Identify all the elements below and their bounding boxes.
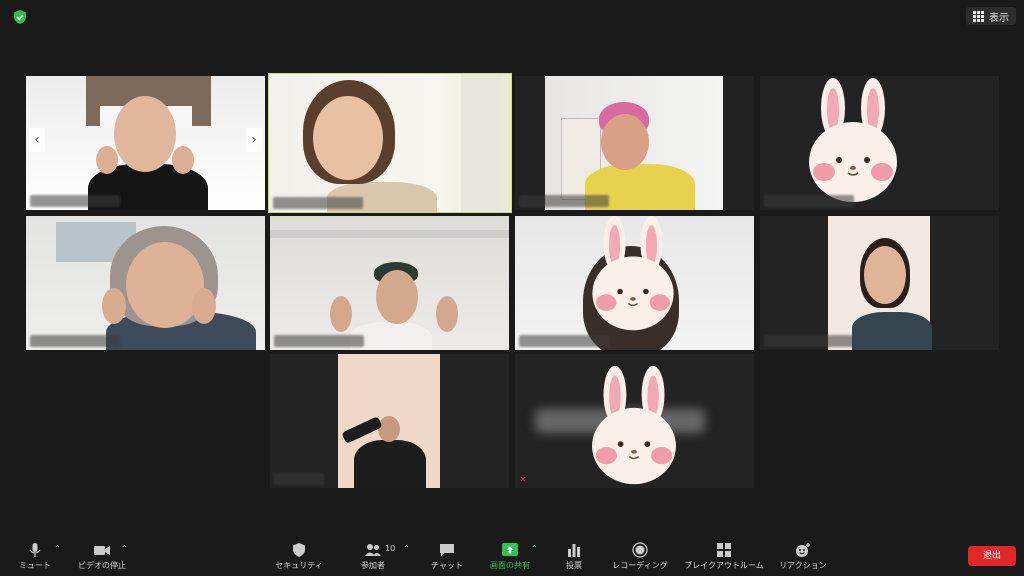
record-button[interactable]: レコーディング (610, 536, 670, 576)
video-tile-9[interactable] (270, 354, 509, 488)
video-camera-icon (94, 545, 110, 555)
view-button[interactable]: 表示 (966, 7, 1016, 25)
share-screen-label: 画面の共有 (490, 560, 530, 570)
participants-button[interactable]: 参加者 (358, 536, 388, 576)
smiley-add-icon (796, 542, 810, 557)
video-tile-6[interactable] (270, 216, 509, 350)
chat-label: チャット (431, 560, 463, 570)
stop-video-label: ビデオの停止 (78, 560, 126, 570)
security-shield-icon[interactable] (12, 9, 28, 25)
participants-options-chevron-icon[interactable]: ⌃ (403, 544, 410, 553)
security-button[interactable]: セキュリティ (272, 536, 326, 576)
microphone-icon (29, 542, 41, 557)
polling-button[interactable]: 投票 (560, 536, 588, 576)
meeting-toolbar: ミュート ⌃ ビデオの停止 ⌃ セキュリティ 参加者 10 ⌃ チャット 画面の… (0, 536, 1024, 576)
share-screen-button[interactable]: 画面の共有 (488, 536, 532, 576)
shield-icon (293, 542, 305, 557)
video-tile-2-active-speaker[interactable] (268, 73, 512, 213)
share-options-chevron-icon[interactable]: ⌃ (531, 544, 538, 553)
name-tag (764, 335, 854, 347)
participants-count: 10 (385, 544, 396, 553)
stop-video-button[interactable]: ビデオの停止 (76, 536, 128, 576)
video-tile-1[interactable]: 髪を ために ‹ › (26, 76, 265, 210)
name-tag (764, 195, 854, 207)
chat-bubble-icon (440, 543, 454, 556)
name-tag (519, 335, 609, 347)
name-tag (273, 197, 363, 209)
video-tile-7[interactable] (515, 216, 754, 350)
name-tag (30, 195, 120, 207)
mute-button[interactable]: ミュート (18, 536, 52, 576)
muted-mic-icon: ✕ (518, 475, 528, 485)
participants-label: 参加者 (361, 560, 385, 570)
next-page-arrow[interactable]: › (246, 128, 262, 152)
audio-options-chevron-icon[interactable]: ⌃ (54, 544, 61, 553)
video-options-chevron-icon[interactable]: ⌃ (121, 544, 128, 553)
view-label: 表示 (989, 12, 1009, 24)
bunny-avatar-icon (809, 78, 897, 202)
video-tile-8[interactable] (760, 216, 999, 350)
name-tag (519, 195, 609, 207)
leave-meeting-button[interactable]: 退出 (968, 546, 1016, 566)
video-tile-5[interactable] (26, 216, 265, 350)
reactions-label: リアクション (779, 560, 827, 570)
video-tile-3[interactable] (515, 76, 754, 210)
chat-button[interactable]: チャット (430, 536, 464, 576)
record-label: レコーディング (612, 560, 668, 570)
polling-label: 投票 (566, 560, 582, 570)
name-tag (274, 335, 364, 347)
reactions-button[interactable]: リアクション (776, 536, 830, 576)
security-label: セキュリティ (275, 560, 323, 570)
breakout-rooms-label: ブレイクアウトルーム (684, 560, 764, 570)
video-tile-4[interactable] (760, 76, 999, 210)
breakout-rooms-grid-icon (717, 542, 731, 557)
participants-icon (365, 543, 381, 556)
bunny-face-filter-icon (592, 216, 674, 331)
mute-label: ミュート (19, 560, 51, 570)
breakout-rooms-button[interactable]: ブレイクアウトルーム (680, 536, 768, 576)
gallery-grid-icon (973, 10, 984, 22)
bar-chart-icon (568, 543, 580, 557)
name-tag (274, 473, 324, 485)
record-icon (632, 541, 648, 558)
share-screen-arrow-icon (502, 542, 518, 556)
video-tile-10[interactable]: ✕ (515, 354, 754, 488)
bunny-avatar-icon (592, 365, 676, 485)
prev-page-arrow[interactable]: ‹ (29, 128, 45, 152)
name-tag (30, 335, 120, 347)
